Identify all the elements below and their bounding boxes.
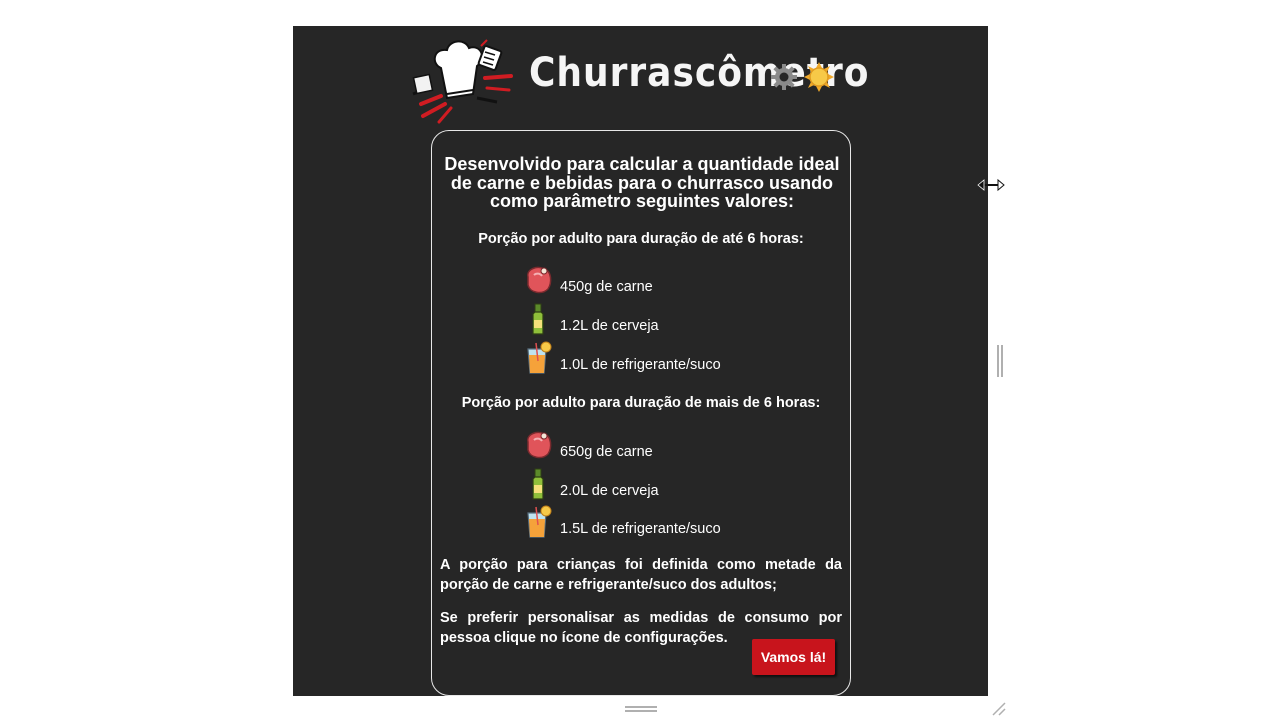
list-item: 1.2L de cerveja	[522, 302, 822, 336]
list-item: 650g de carne	[522, 428, 822, 462]
section-label-short: Porção por adulto para duração de até 6 …	[478, 231, 804, 247]
info-card: Desenvolvido para calcular a quantidade …	[431, 130, 851, 696]
meat-icon	[527, 266, 552, 294]
list-item: 1.0L de refrigerante/suco	[522, 341, 822, 375]
meat-icon	[527, 431, 552, 459]
list-item: 450g de carne	[522, 263, 822, 297]
gear-icon[interactable]	[769, 62, 799, 92]
list-item: 1.5L de refrigerante/suco	[522, 505, 822, 539]
item-text: 450g de carne	[560, 279, 653, 295]
list-item: 2.0L de cerveja	[522, 467, 822, 501]
item-text: 2.0L de cerveja	[560, 483, 659, 499]
sun-icon[interactable]	[803, 61, 835, 93]
resize-handle-right[interactable]	[996, 345, 1004, 377]
children-note: A porção para crianças foi definida como…	[440, 557, 842, 593]
resize-handle-corner[interactable]	[991, 701, 1007, 717]
header: Churrascômetro	[293, 26, 988, 126]
beer-bottle-icon	[532, 468, 544, 500]
item-text: 650g de carne	[560, 444, 653, 460]
item-text: 1.2L de cerveja	[560, 318, 659, 334]
chef-hat-grill-tools-icon	[412, 39, 513, 124]
section-label-long: Porção por adulto para duração de mais d…	[461, 395, 821, 411]
juice-glass-icon	[527, 341, 552, 374]
intro-text: Desenvolvido para calcular a quantidade …	[444, 154, 840, 211]
app-viewport: Churrascômetro Desenvolvido para calcula…	[293, 26, 988, 696]
juice-glass-icon	[527, 505, 552, 538]
resize-cursor-icon	[977, 178, 1005, 192]
item-text: 1.5L de refrigerante/suco	[560, 521, 721, 537]
resize-handle-bottom[interactable]	[625, 705, 657, 713]
beer-bottle-icon	[532, 303, 544, 335]
start-button[interactable]: Vamos lá!	[752, 639, 835, 675]
item-text: 1.0L de refrigerante/suco	[560, 357, 721, 373]
